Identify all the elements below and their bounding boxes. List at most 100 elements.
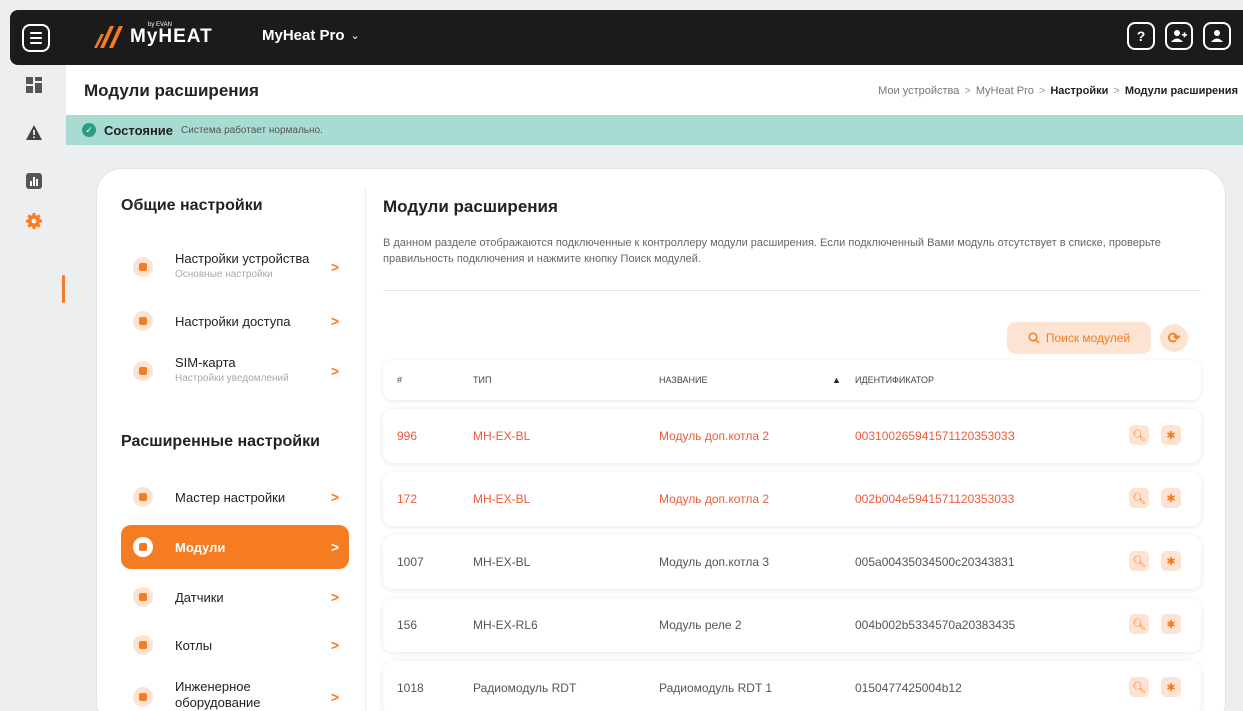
chart-icon[interactable]	[26, 173, 42, 189]
cell-num: 172	[397, 492, 418, 506]
gear-icon[interactable]: ✱	[1161, 488, 1181, 508]
sidebar-item-setup-wizard[interactable]: Мастер настройки >	[121, 475, 349, 519]
column-header-id[interactable]: ИДЕНТИФИКАТОР	[855, 375, 934, 385]
cell-id: 0150477425004b12	[855, 681, 962, 695]
sidebar-item-label: Настройки устройства	[175, 251, 310, 266]
chevron-right-icon: >	[330, 637, 339, 653]
search-icon[interactable]: 🔍︎	[1129, 488, 1149, 508]
left-rail	[0, 65, 66, 711]
gear-icon[interactable]: ✱	[1161, 551, 1181, 571]
sensor-icon	[133, 587, 153, 607]
chevron-right-icon: >	[330, 589, 339, 605]
cell-num: 1007	[397, 555, 424, 569]
dashboard-icon[interactable]	[26, 77, 42, 93]
sidebar-item-label: Котлы	[175, 637, 213, 653]
breadcrumb-separator: >	[1113, 85, 1120, 97]
table-row[interactable]: 1007 MH-EX-BL Модуль доп.котла 3 005a004…	[383, 535, 1201, 589]
breadcrumb-item[interactable]: Мои устройства	[878, 85, 959, 97]
column-header-type[interactable]: ТИП	[473, 375, 491, 385]
user-icon[interactable]	[1203, 22, 1231, 50]
settings-icon[interactable]	[26, 213, 42, 229]
help-icon[interactable]: ?	[1127, 22, 1155, 50]
search-icon[interactable]: 🔍︎	[1129, 425, 1149, 445]
column-header-name[interactable]: НАЗВАНИЕ	[659, 375, 708, 385]
search-icon[interactable]: 🔍︎	[1129, 614, 1149, 634]
sidebar-item-sensors[interactable]: Датчики >	[121, 575, 349, 619]
cell-name: Модуль доп.котла 2	[659, 492, 770, 506]
sidebar-item-label: Настройки доступа	[175, 313, 291, 329]
equipment-icon	[133, 687, 153, 707]
cell-name: Модуль реле 2	[659, 618, 742, 632]
cell-type: MH-EX-BL	[473, 429, 531, 443]
sim-card-icon	[133, 361, 153, 381]
chevron-right-icon: >	[330, 313, 339, 329]
sidebar-item-boilers[interactable]: Котлы >	[121, 623, 349, 667]
sidebar-item-access-settings[interactable]: Настройки доступа >	[121, 299, 349, 343]
search-modules-button[interactable]: Поиск модулей	[1007, 322, 1151, 354]
cell-name: Модуль доп.котла 2	[659, 429, 770, 443]
page-header: Модули расширения Мои устройства > MyHea…	[66, 65, 1243, 115]
modules-icon	[133, 537, 153, 557]
chevron-right-icon: >	[330, 539, 339, 555]
cell-id: 004b002b5334570a20383435	[855, 618, 1016, 632]
check-icon: ✓	[82, 123, 96, 137]
boiler-icon	[133, 635, 153, 655]
wizard-icon	[133, 487, 153, 507]
cell-name: Радиомодуль RDT 1	[659, 681, 773, 695]
sidebar-item-label: Датчики	[175, 589, 224, 605]
section-title: Модули расширения	[383, 197, 558, 216]
section-description: В данном разделе отображаются подключенн…	[383, 237, 1161, 265]
access-icon	[133, 311, 153, 331]
sidebar-item-modules[interactable]: Модули >	[121, 525, 349, 569]
sidebar-item-label: SIM-карта	[175, 355, 236, 370]
breadcrumb-current: Модули расширения	[1124, 85, 1238, 97]
table-row[interactable]: 156 MH-EX-RL6 Модуль реле 2 004b002b5334…	[383, 598, 1201, 652]
status-label: Состояние	[104, 122, 174, 138]
cell-id: 005a00435034500c20343831	[855, 555, 1015, 569]
warning-icon[interactable]	[26, 125, 42, 141]
sidebar-item-sub: Основные настройки	[175, 269, 273, 280]
cell-type: MH-EX-BL	[473, 555, 531, 569]
gear-icon[interactable]: ✱	[1161, 425, 1181, 445]
chevron-right-icon: >	[330, 363, 339, 379]
sort-asc-icon: ▲	[832, 375, 841, 385]
table-row[interactable]: 1018 Радиомодуль RDT Радиомодуль RDT 1 0…	[383, 661, 1201, 711]
sidebar-item-label: Модули	[175, 539, 226, 555]
search-icon[interactable]: 🔍︎	[1129, 677, 1149, 697]
column-header-num[interactable]: #	[397, 375, 402, 385]
advanced-settings-title: Расширенные настройки	[121, 433, 320, 450]
table-row[interactable]: 996 MH-EX-BL Модуль доп.котла 2 00310026…	[383, 409, 1201, 463]
table-header: # ТИП НАЗВАНИЕ ▲ ИДЕНТИФИКАТОР	[383, 360, 1201, 400]
general-settings-title: Общие настройки	[121, 197, 263, 214]
sidebar-item-engineering-equipment[interactable]: Инженерное оборудование >	[121, 675, 349, 711]
breadcrumb-separator: >	[964, 85, 971, 97]
menu-icon[interactable]	[22, 24, 50, 52]
sidebar-item-sim-card[interactable]: SIM-карта Настройки уведомлений >	[121, 349, 349, 393]
top-bar: by EVAN MyHEAT MyHeat Pro ⌄ ?	[10, 10, 1243, 65]
refresh-icon[interactable]: ⟳	[1160, 324, 1188, 352]
breadcrumb-item[interactable]: MyHeat Pro	[976, 85, 1034, 97]
cell-num: 156	[397, 618, 418, 632]
status-text: Система работает нормально.	[181, 124, 323, 136]
sidebar-item-sub: Настройки уведомлений	[175, 373, 289, 384]
cell-num: 996	[397, 429, 418, 443]
breadcrumb-item[interactable]: Настройки	[1050, 85, 1108, 97]
table-row[interactable]: 172 MH-EX-BL Модуль доп.котла 2 002b004e…	[383, 472, 1201, 526]
gear-icon[interactable]: ✱	[1161, 614, 1181, 634]
chevron-right-icon: >	[330, 489, 339, 505]
sidebar-item-device-settings[interactable]: Настройки устройства Основные настройки …	[121, 245, 349, 289]
cell-type: MH-EX-RL6	[473, 618, 538, 632]
page-title: Модули расширения	[84, 81, 259, 100]
chevron-right-icon: >	[330, 689, 339, 705]
gear-icon[interactable]: ✱	[1161, 677, 1181, 697]
sidebar-item-label: Инженерное оборудование	[175, 679, 261, 710]
cell-num: 1018	[397, 681, 424, 695]
cell-id: 00310026594157112035303З	[855, 429, 1015, 443]
search-icon[interactable]: 🔍︎	[1129, 551, 1149, 571]
breadcrumb: Мои устройства > MyHeat Pro > Настройки …	[878, 85, 1238, 97]
settings-card: Общие настройки Настройки устройства Осн…	[96, 168, 1226, 711]
device-settings-icon	[133, 257, 153, 277]
device-select[interactable]: MyHeat Pro ⌄	[262, 27, 360, 44]
logo[interactable]: by EVAN MyHEAT	[92, 22, 212, 52]
add-user-icon[interactable]	[1165, 22, 1193, 50]
